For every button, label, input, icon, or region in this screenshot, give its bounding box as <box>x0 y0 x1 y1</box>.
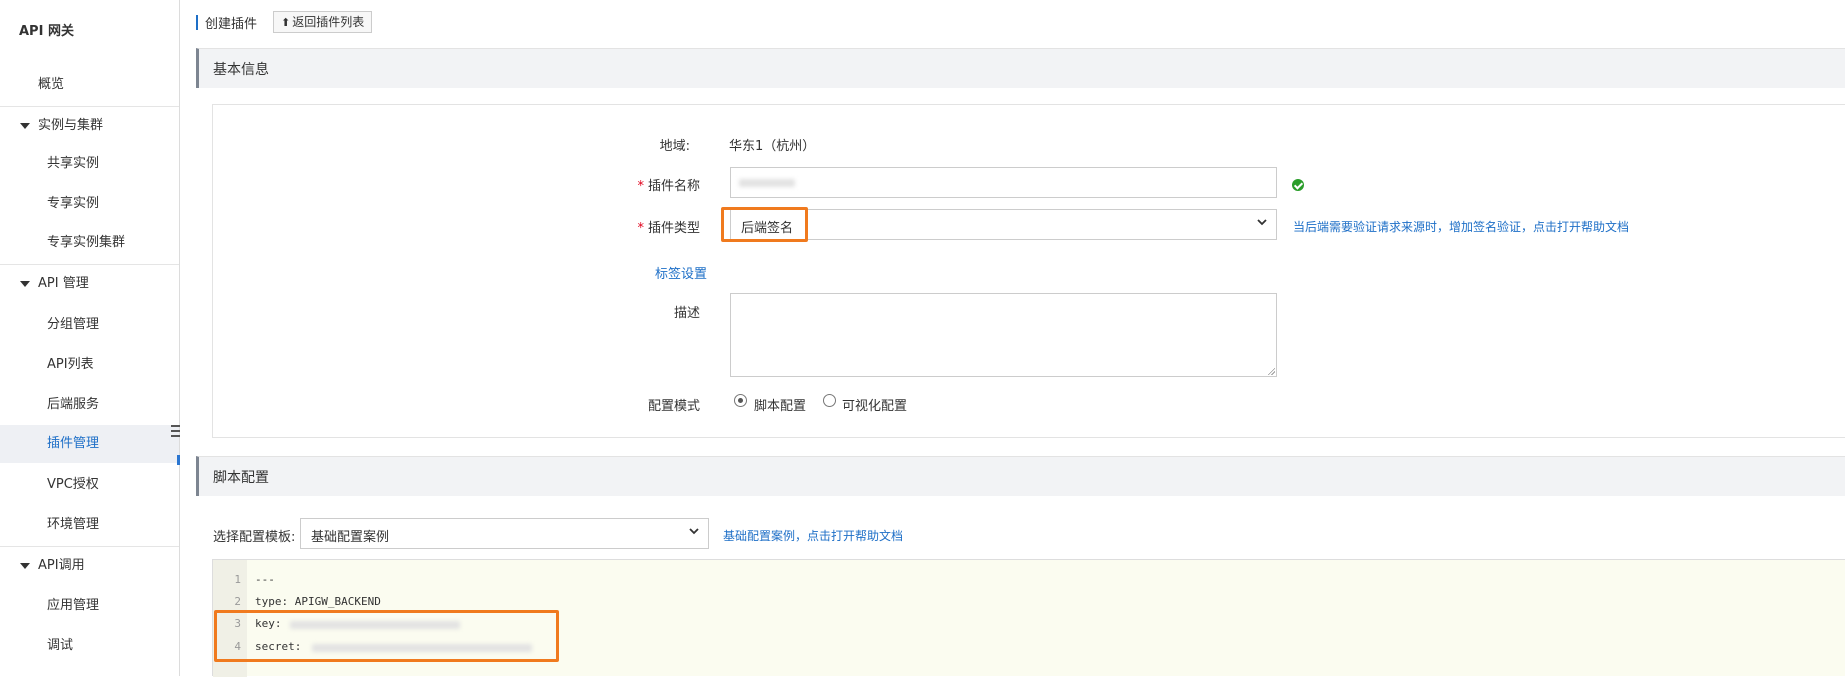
code-line: --- <box>255 573 275 586</box>
sidebar-item-app-management[interactable]: 应用管理 <box>0 587 179 625</box>
chevron-down-icon <box>1257 219 1267 226</box>
plugin-type-select[interactable]: 后端签名 <box>730 209 1277 240</box>
sidebar-item-group-management[interactable]: 分组管理 <box>0 306 179 344</box>
template-selected: 基础配置案例 <box>311 530 390 545</box>
blurred-name-value <box>739 179 795 187</box>
radio-script-config[interactable] <box>734 394 747 407</box>
sidebar-item-environment[interactable]: 环境管理 <box>0 506 179 544</box>
section-title: 基本信息 <box>213 62 269 78</box>
sidebar-item-vpc-auth[interactable]: VPC授权 <box>0 466 179 504</box>
radio-visual-config-label[interactable]: 可视化配置 <box>842 395 907 414</box>
sidebar-group-label: 实例与集群 <box>38 118 104 133</box>
sidebar-collapse-bar[interactable] <box>177 455 180 465</box>
description-textarea[interactable] <box>730 293 1277 377</box>
sidebar-title: API 网关 <box>19 24 74 39</box>
tag-settings-link[interactable]: 标签设置 <box>655 263 707 282</box>
sidebar-group-api-management[interactable]: API 管理 <box>0 264 179 302</box>
template-select[interactable]: 基础配置案例 <box>300 518 709 549</box>
sidebar-group-api-call[interactable]: API调用 <box>0 546 179 584</box>
caret-down-icon <box>20 123 30 129</box>
back-button-label: 返回插件列表 <box>292 15 365 29</box>
plugin-name-label: * 插件名称 <box>637 179 700 194</box>
section-title: 脚本配置 <box>213 470 269 486</box>
radio-script-config-label[interactable]: 脚本配置 <box>754 395 806 414</box>
plugin-type-label: * 插件类型 <box>637 221 700 236</box>
code-editor[interactable]: 1 --- 2 type: APIGW_BACKEND 3 key: 4 sec… <box>212 559 1845 677</box>
template-label: 选择配置模板: <box>213 530 296 545</box>
script-config-section-header: 脚本配置 <box>196 456 1845 496</box>
basic-info-section-header: 基本信息 <box>196 48 1845 88</box>
region-label: 地域: <box>659 139 690 154</box>
arrow-up-icon: ⬆ <box>281 16 291 29</box>
sidebar: API 网关 概览 实例与集群 共享实例 专享实例 专享实例集群 API 管理 … <box>0 0 180 676</box>
main-content: 创建插件 ⬆ 返回插件列表 基本信息 地域: 华东1（杭州） * 插件名称 * 插件类… <box>196 0 1845 677</box>
line-number: 4 <box>234 640 241 653</box>
description-label: 描述 <box>673 306 700 321</box>
title-accent-bar <box>196 15 198 30</box>
plugin-type-help-link[interactable]: 当后端需要验证请求来源时，增加签名验证，点击打开帮助文档 <box>1293 218 1629 235</box>
sidebar-collapse-icon[interactable] <box>171 425 180 445</box>
radio-visual-config[interactable] <box>823 394 836 407</box>
sidebar-item-plugin-management[interactable]: 插件管理 <box>0 425 179 463</box>
sidebar-group-label: API调用 <box>38 558 85 573</box>
region-value: 华东1（杭州） <box>729 139 816 154</box>
check-circle-icon <box>1292 179 1304 191</box>
plugin-name-input[interactable] <box>730 167 1277 198</box>
page-title: 创建插件 <box>205 17 258 32</box>
blurred-secret-value <box>312 644 532 652</box>
sidebar-item-overview[interactable]: 概览 <box>0 66 179 104</box>
caret-down-icon <box>20 563 30 569</box>
sidebar-item-backend-service[interactable]: 后端服务 <box>0 386 179 424</box>
blurred-key-value <box>290 621 460 629</box>
sidebar-group-instances[interactable]: 实例与集群 <box>0 106 179 144</box>
sidebar-item-shared-instance[interactable]: 共享实例 <box>0 145 179 183</box>
basic-info-panel <box>212 104 1845 438</box>
code-line: secret: <box>255 640 302 653</box>
sidebar-item-api-list[interactable]: API列表 <box>0 346 179 384</box>
back-to-plugin-list-button[interactable]: ⬆ 返回插件列表 <box>273 11 373 33</box>
line-number: 2 <box>234 595 241 608</box>
sidebar-item-dedicated-instance[interactable]: 专享实例 <box>0 185 179 223</box>
resize-handle-icon[interactable] <box>1267 367 1275 375</box>
code-line: type: APIGW_BACKEND <box>255 595 381 608</box>
sidebar-group-label: API 管理 <box>38 276 89 291</box>
config-mode-label: 配置模式 <box>647 399 700 414</box>
line-number: 1 <box>234 573 241 586</box>
sidebar-item-debug[interactable]: 调试 <box>0 627 179 665</box>
chevron-down-icon <box>689 528 699 535</box>
sidebar-item-dedicated-cluster[interactable]: 专享实例集群 <box>0 224 179 262</box>
caret-down-icon <box>20 281 30 287</box>
code-line: key: <box>255 617 282 630</box>
template-help-link[interactable]: 基础配置案例，点击打开帮助文档 <box>723 527 903 544</box>
plugin-type-selected: 后端签名 <box>741 221 794 236</box>
line-number: 3 <box>234 617 241 630</box>
